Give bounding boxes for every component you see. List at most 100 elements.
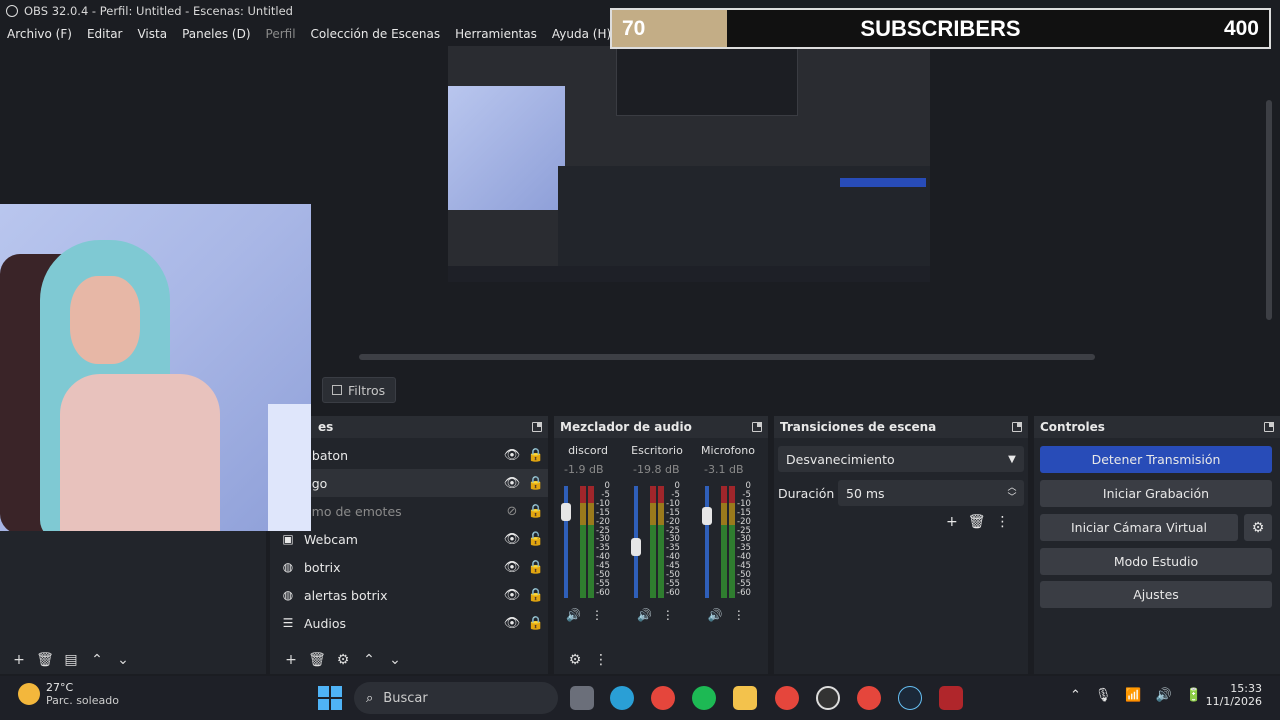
source-row[interactable]: ubaton 👁 🔒: [270, 441, 548, 469]
visibility-eye-icon[interactable]: 👁: [500, 532, 524, 547]
virtual-camera-settings-button[interactable]: ⚙: [1244, 514, 1272, 541]
move-down-icon[interactable]: ⌄: [382, 652, 408, 668]
move-up-icon[interactable]: ⌃: [356, 652, 382, 668]
battery-icon[interactable]: 🔋: [1186, 688, 1202, 703]
chrome-icon[interactable]: [857, 686, 881, 710]
task-view-icon[interactable]: [570, 686, 594, 710]
menu-perfil[interactable]: Perfil: [266, 27, 296, 41]
visibility-eye-icon[interactable]: 👁: [500, 448, 524, 463]
sun-cloud-icon: [18, 683, 40, 705]
settings-button[interactable]: Ajustes: [1040, 581, 1272, 608]
chrome-icon[interactable]: [775, 686, 799, 710]
game-app-icon[interactable]: [939, 686, 963, 710]
start-virtual-camera-button[interactable]: Iniciar Cámara Virtual: [1040, 514, 1238, 541]
kebab-menu-icon[interactable]: ⋮: [588, 652, 614, 668]
preview-vertical-scrollbar[interactable]: [1266, 100, 1272, 320]
camera-icon: ▣: [282, 532, 294, 546]
menu-coleccion-escenas[interactable]: Colección de Escenas: [311, 27, 441, 41]
menu-editar[interactable]: Editar: [87, 27, 123, 41]
scene-filters-icon[interactable]: ▤: [58, 652, 84, 668]
move-up-icon[interactable]: ⌃: [84, 652, 110, 668]
db-scale: 0 -5 -10 -15 -20 -25 -30 -35 -40 -45 -50 -55 -60: [666, 482, 680, 598]
gear-icon: ⚙: [1251, 519, 1265, 536]
clock[interactable]: 15:33 11/1/2026: [1204, 682, 1262, 708]
speaker-icon[interactable]: 🔊: [708, 608, 723, 622]
obs-logo-icon: [6, 5, 18, 17]
remove-transition-icon[interactable]: 🗑: [968, 514, 986, 530]
volume-slider-knob[interactable]: [702, 506, 712, 525]
source-properties-gear-icon[interactable]: ⚙: [330, 652, 356, 668]
lock-icon[interactable]: 🔒: [524, 504, 548, 519]
menu-vista[interactable]: Vista: [137, 27, 167, 41]
start-recording-button[interactable]: Iniciar Grabación: [1040, 480, 1272, 507]
lock-icon[interactable]: 🔒: [524, 560, 548, 575]
remove-source-icon[interactable]: 🗑: [304, 652, 330, 668]
undock-icon[interactable]: [532, 422, 542, 432]
volume-slider-knob[interactable]: [631, 537, 641, 556]
channel-db: -1.9 dB: [564, 463, 604, 476]
edge-icon[interactable]: [610, 686, 634, 710]
menu-ayuda[interactable]: Ayuda (H): [552, 27, 611, 41]
preview-canvas[interactable]: [448, 46, 930, 282]
preview-horizontal-scrollbar[interactable]: [359, 354, 1095, 360]
volume-icon[interactable]: 🔊: [1156, 688, 1172, 703]
add-scene-icon[interactable]: +: [6, 652, 32, 668]
channel-name: Escritorio: [631, 444, 683, 457]
weather-desc: Parc. soleado: [46, 694, 119, 707]
visibility-eye-icon[interactable]: 👁: [500, 476, 524, 491]
lock-icon[interactable]: 🔒: [524, 448, 548, 463]
duration-spinbox[interactable]: 50 ms ︿ ﹀: [838, 480, 1024, 506]
stop-stream-button[interactable]: Detener Transmisión: [1040, 446, 1272, 473]
wall-shelf: [268, 404, 311, 531]
source-row[interactable]: ◍ botrix 👁 🔒: [270, 553, 548, 581]
spotify-icon[interactable]: [692, 686, 716, 710]
kebab-menu-icon[interactable]: ⋮: [591, 608, 603, 622]
undock-icon[interactable]: [1012, 422, 1022, 432]
sources-dock: es ubaton 👁 🔒 ego 👁 🔒 omo de emotes ⊘ 🔒 …: [270, 416, 548, 674]
windows-start-icon[interactable]: [318, 686, 342, 710]
visibility-eye-icon[interactable]: 👁: [500, 616, 524, 631]
add-transition-icon[interactable]: +: [946, 514, 958, 530]
speaker-icon[interactable]: 🔊: [637, 608, 652, 622]
visibility-eye-icon[interactable]: 👁: [500, 588, 524, 603]
volume-slider-knob[interactable]: [561, 502, 571, 521]
taskbar-search[interactable]: ⌕ Buscar: [354, 682, 558, 714]
obs-icon[interactable]: [816, 686, 840, 710]
menu-paneles[interactable]: Paneles (D): [182, 27, 250, 41]
source-row[interactable]: omo de emotes ⊘ 🔒: [270, 497, 548, 525]
source-row[interactable]: ▣ Webcam 👁 🔓: [270, 525, 548, 553]
kebab-menu-icon[interactable]: ⋮: [733, 608, 745, 622]
source-row-selected[interactable]: ego 👁 🔒: [270, 469, 548, 497]
kebab-menu-icon[interactable]: ⋮: [662, 608, 674, 622]
filters-button[interactable]: Filtros: [322, 377, 396, 403]
transition-select[interactable]: Desvanecimiento ▼: [778, 446, 1024, 472]
lock-icon[interactable]: 🔒: [524, 616, 548, 631]
advanced-audio-icon[interactable]: ⚙: [562, 652, 588, 668]
lock-icon[interactable]: 🔒: [524, 588, 548, 603]
spin-arrows-icon[interactable]: ︿ ﹀: [1000, 483, 1024, 503]
chrome-icon[interactable]: [651, 686, 675, 710]
undock-icon[interactable]: [752, 422, 762, 432]
lock-icon[interactable]: 🔒: [524, 476, 548, 491]
visibility-eye-icon[interactable]: 👁: [500, 560, 524, 575]
menu-archivo[interactable]: Archivo (F): [7, 27, 72, 41]
kebab-menu-icon[interactable]: ⋮: [996, 514, 1010, 530]
wifi-icon[interactable]: 📶: [1125, 688, 1141, 703]
file-explorer-icon[interactable]: [733, 686, 757, 710]
source-row[interactable]: ◍ alertas botrix 👁 🔒: [270, 581, 548, 609]
speaker-icon[interactable]: 🔊: [566, 608, 581, 622]
studio-mode-button[interactable]: Modo Estudio: [1040, 548, 1272, 575]
menu-herramientas[interactable]: Herramientas: [455, 27, 537, 41]
undock-icon[interactable]: [1264, 422, 1274, 432]
hidden-eye-icon[interactable]: ⊘: [500, 504, 524, 519]
remove-scene-icon[interactable]: 🗑: [32, 652, 58, 668]
microphone-icon[interactable]: 🎙: [1095, 688, 1112, 703]
weather-widget[interactable]: 27°C Parc. soleado: [18, 681, 119, 707]
add-source-icon[interactable]: +: [278, 652, 304, 668]
unlock-icon[interactable]: 🔓: [524, 532, 548, 547]
volume-slider-track[interactable]: [705, 486, 709, 598]
chevron-up-icon[interactable]: ⌃: [1070, 688, 1081, 703]
steam-icon[interactable]: [898, 686, 922, 710]
source-row[interactable]: ☰ Audios 👁 🔒: [270, 609, 548, 637]
move-down-icon[interactable]: ⌄: [110, 652, 136, 668]
